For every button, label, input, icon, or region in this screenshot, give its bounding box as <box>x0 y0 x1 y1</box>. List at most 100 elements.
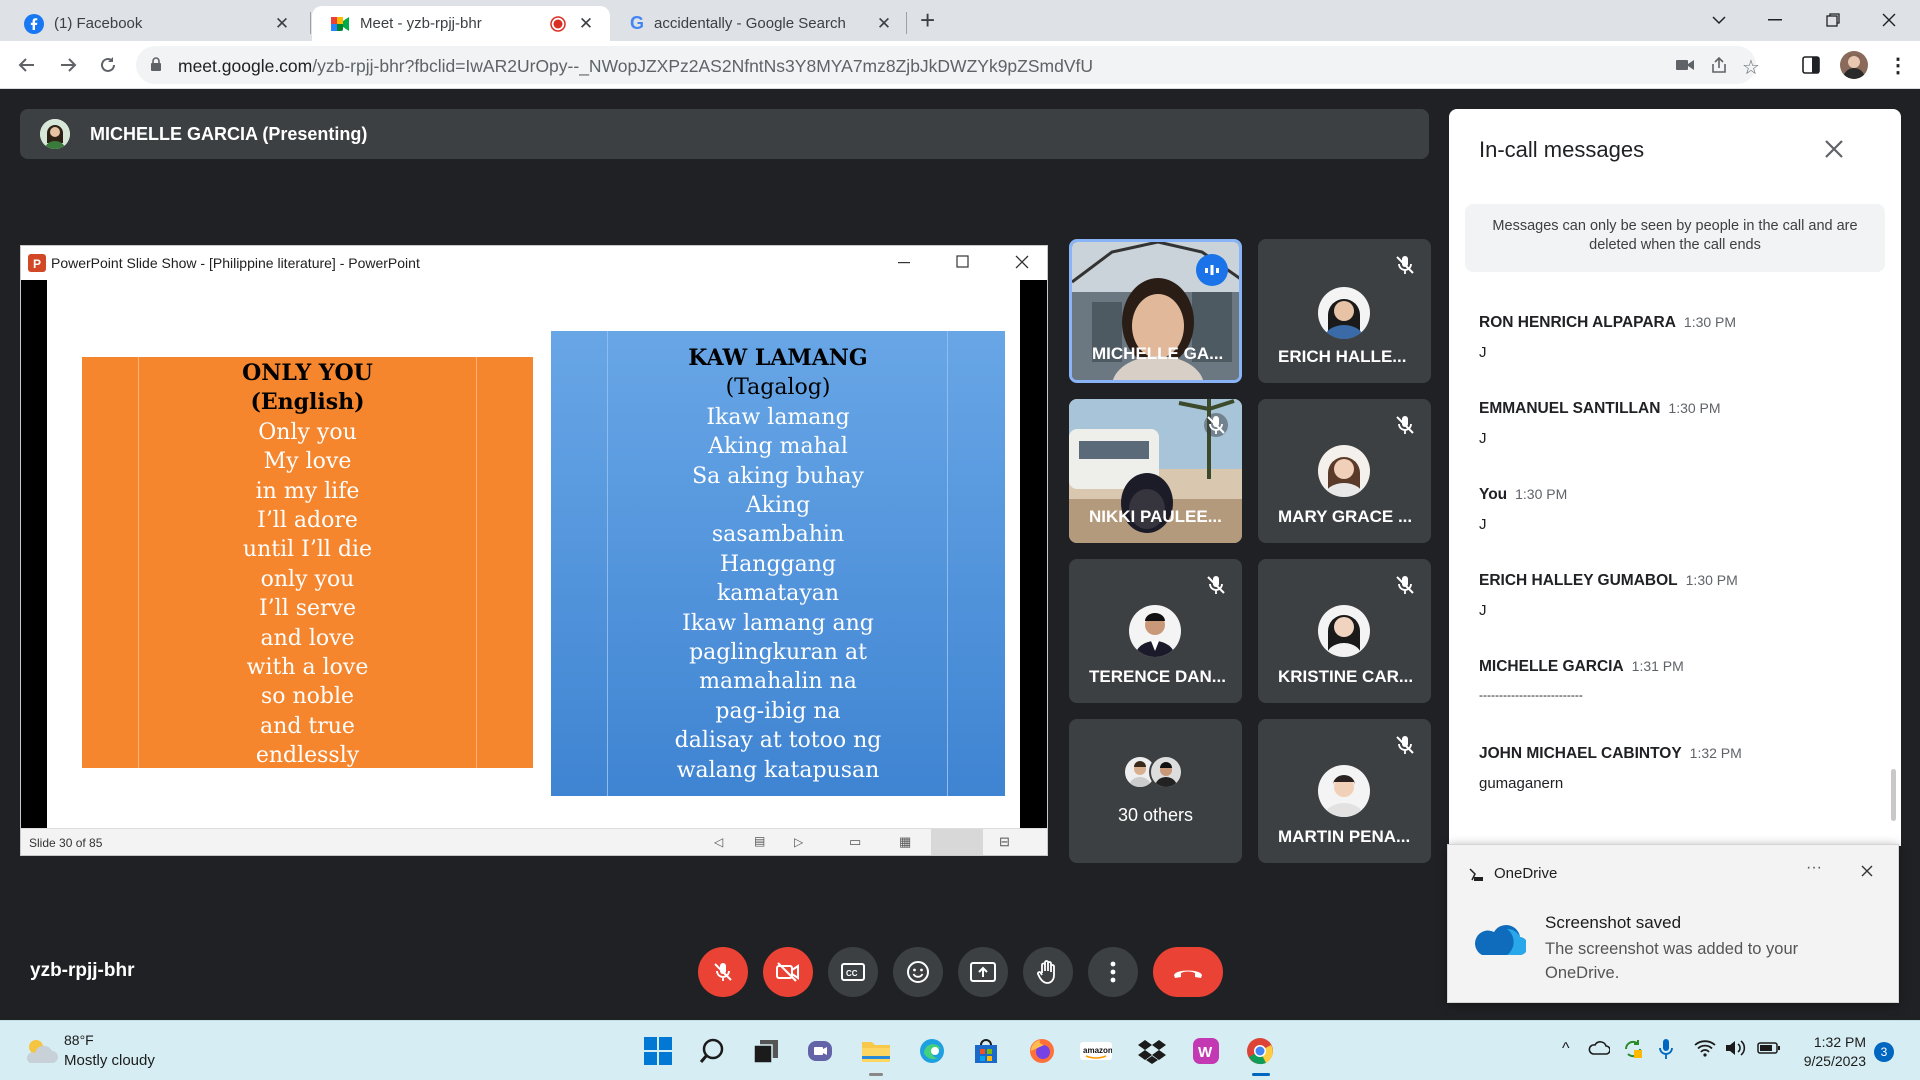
message-time: 1:30 PM <box>1683 314 1737 330</box>
mic-toggle-button[interactable] <box>698 947 748 997</box>
english-poem-box: ONLY YOU (English) Only you My love in my … <box>82 357 533 768</box>
normal-view-icon[interactable]: ▭ <box>849 834 861 850</box>
tab-search-icon[interactable] <box>1696 6 1742 34</box>
participant-name: NIKKI PAULEE... <box>1089 507 1222 526</box>
tab-meet[interactable]: Meet - yzb-rpjj-bhr ✕ <box>312 6 610 41</box>
participant-tile[interactable]: ERICH HALLE... <box>1258 239 1431 383</box>
slide-menu-icon[interactable]: ▤ <box>754 834 765 848</box>
poem-line: kamatayan <box>716 581 840 607</box>
message-text: J <box>1479 430 1487 447</box>
tab-close-icon[interactable]: ✕ <box>576 14 596 34</box>
app-w-icon[interactable]: W <box>1188 1033 1224 1069</box>
svg-text:CC: CC <box>846 969 858 978</box>
onedrive-tray-icon[interactable] <box>1588 1040 1610 1056</box>
system-clock[interactable]: 1:32 PM 9/25/2023 <box>1796 1033 1866 1071</box>
side-panel-icon[interactable] <box>1802 56 1820 74</box>
amazon-icon[interactable]: amazon <box>1078 1033 1114 1069</box>
wifi-icon[interactable] <box>1694 1039 1716 1057</box>
notification-badge[interactable]: 3 <box>1874 1042 1894 1062</box>
message-time: 1:30 PM <box>1668 400 1721 416</box>
clock-date: 9/25/2023 <box>1803 1053 1866 1069</box>
start-icon[interactable] <box>640 1033 676 1069</box>
onedrive-toast[interactable]: OneDrive ··· Screenshot saved The screen… <box>1447 844 1899 1003</box>
ppt-close-icon[interactable] <box>1015 255 1029 269</box>
sync-tray-icon[interactable] <box>1622 1038 1644 1060</box>
participant-tile[interactable]: NIKKI PAULEE... <box>1069 399 1242 543</box>
camera-in-use-icon[interactable] <box>1676 58 1694 72</box>
panel-scrollbar[interactable] <box>1891 769 1896 821</box>
camera-toggle-button[interactable] <box>763 947 813 997</box>
minimize-icon[interactable] <box>1752 6 1798 34</box>
meeting-code[interactable]: yzb-rpjj-bhr <box>30 960 135 982</box>
task-view-icon[interactable] <box>748 1033 784 1069</box>
restore-icon[interactable] <box>1810 6 1856 34</box>
weather-description[interactable]: Mostly cloudy <box>64 1052 155 1069</box>
toast-heading: Screenshot saved <box>1545 913 1682 932</box>
bookmark-star-icon[interactable]: ☆ <box>1742 55 1760 80</box>
close-panel-icon[interactable] <box>1824 139 1844 159</box>
close-window-icon[interactable] <box>1866 6 1912 34</box>
battery-icon[interactable] <box>1757 1042 1781 1054</box>
weather-temperature[interactable]: 88°F <box>64 1032 94 1048</box>
teams-chat-icon[interactable] <box>802 1033 838 1069</box>
volume-icon[interactable] <box>1725 1039 1747 1057</box>
tagalog-poem-box: KAW LAMANG (Tagalog) Ikaw lamang Aking ma… <box>551 331 1005 796</box>
leave-call-button[interactable] <box>1153 947 1223 997</box>
slide-show-icon[interactable]: ⊟ <box>999 834 1010 850</box>
tab-facebook[interactable]: (1) Facebook ✕ <box>6 6 306 41</box>
english-poem-lines: Only you My love in my life I’ll adore until… <box>82 418 533 771</box>
forward-icon[interactable] <box>54 51 82 79</box>
microphone-tray-icon[interactable] <box>1658 1038 1674 1060</box>
tab-google-search[interactable]: G accidentally - Google Search ✕ <box>612 6 908 41</box>
message-sender: JOHN MICHAEL CABINTOY <box>1479 745 1682 762</box>
tab-close-icon[interactable]: ✕ <box>874 14 894 34</box>
participant-tile[interactable]: MARTIN PENA... <box>1258 719 1431 863</box>
slide-sorter-icon[interactable]: ▦ <box>899 834 911 850</box>
toast-more-icon[interactable]: ··· <box>1806 859 1822 877</box>
reload-icon[interactable] <box>94 51 122 79</box>
edge-icon[interactable] <box>914 1033 950 1069</box>
message-sender: MICHELLE GARCIA <box>1479 658 1624 675</box>
poem-line: in my life <box>255 478 360 504</box>
back-icon[interactable] <box>13 51 41 79</box>
toast-close-icon[interactable] <box>1860 864 1874 878</box>
tab-close-icon[interactable]: ✕ <box>272 14 292 34</box>
file-explorer-icon[interactable] <box>858 1033 894 1069</box>
search-icon[interactable] <box>694 1033 730 1069</box>
participant-tile[interactable]: MICHELLE GA... <box>1069 239 1242 383</box>
reactions-button[interactable] <box>893 947 943 997</box>
captions-button[interactable]: CC <box>828 947 878 997</box>
profile-avatar[interactable] <box>1840 51 1868 79</box>
toast-app-name: OneDrive <box>1494 865 1558 882</box>
weather-cloud-icon[interactable] <box>22 1035 58 1065</box>
present-button[interactable] <box>958 947 1008 997</box>
address-bar[interactable]: meet.google.com/yzb-rpjj-bhr?fbclid=IwAR… <box>136 46 1760 84</box>
more-options-button[interactable] <box>1088 947 1138 997</box>
more-menu-icon[interactable]: ⋮ <box>1888 53 1908 78</box>
participant-name: MARY GRACE ... <box>1278 507 1413 526</box>
ppt-maximize-icon[interactable] <box>956 255 970 269</box>
camera-off-icon <box>775 960 801 984</box>
microsoft-store-icon[interactable] <box>968 1033 1004 1069</box>
previous-slide-icon[interactable]: ◁ <box>714 835 723 849</box>
svg-text:P: P <box>33 257 41 271</box>
participant-tile[interactable]: KRISTINE CAR... <box>1258 559 1431 703</box>
share-icon[interactable] <box>1710 56 1728 74</box>
new-tab-icon[interactable]: + <box>920 7 935 33</box>
speaking-indicator-icon <box>1196 254 1228 286</box>
others-tile[interactable]: 30 others <box>1069 719 1242 863</box>
chrome-running-indicator <box>1252 1073 1270 1076</box>
next-slide-icon[interactable]: ▷ <box>794 835 803 849</box>
chrome-icon[interactable] <box>1242 1033 1278 1069</box>
raise-hand-button[interactable] <box>1023 947 1073 997</box>
participant-tile[interactable]: TERENCE DAN... <box>1069 559 1242 703</box>
dropbox-icon[interactable] <box>1134 1033 1170 1069</box>
ppt-minimize-icon[interactable] <box>898 255 912 269</box>
participant-avatar <box>1318 605 1370 657</box>
reading-view-icon[interactable] <box>931 829 983 855</box>
firefox-icon[interactable] <box>1024 1033 1060 1069</box>
browser-toolbar: meet.google.com/yzb-rpjj-bhr?fbclid=IwAR… <box>0 41 1920 89</box>
show-hidden-icons[interactable]: ^ <box>1562 1040 1570 1058</box>
mic-muted-icon <box>1393 733 1417 757</box>
participant-tile[interactable]: MARY GRACE ... <box>1258 399 1431 543</box>
